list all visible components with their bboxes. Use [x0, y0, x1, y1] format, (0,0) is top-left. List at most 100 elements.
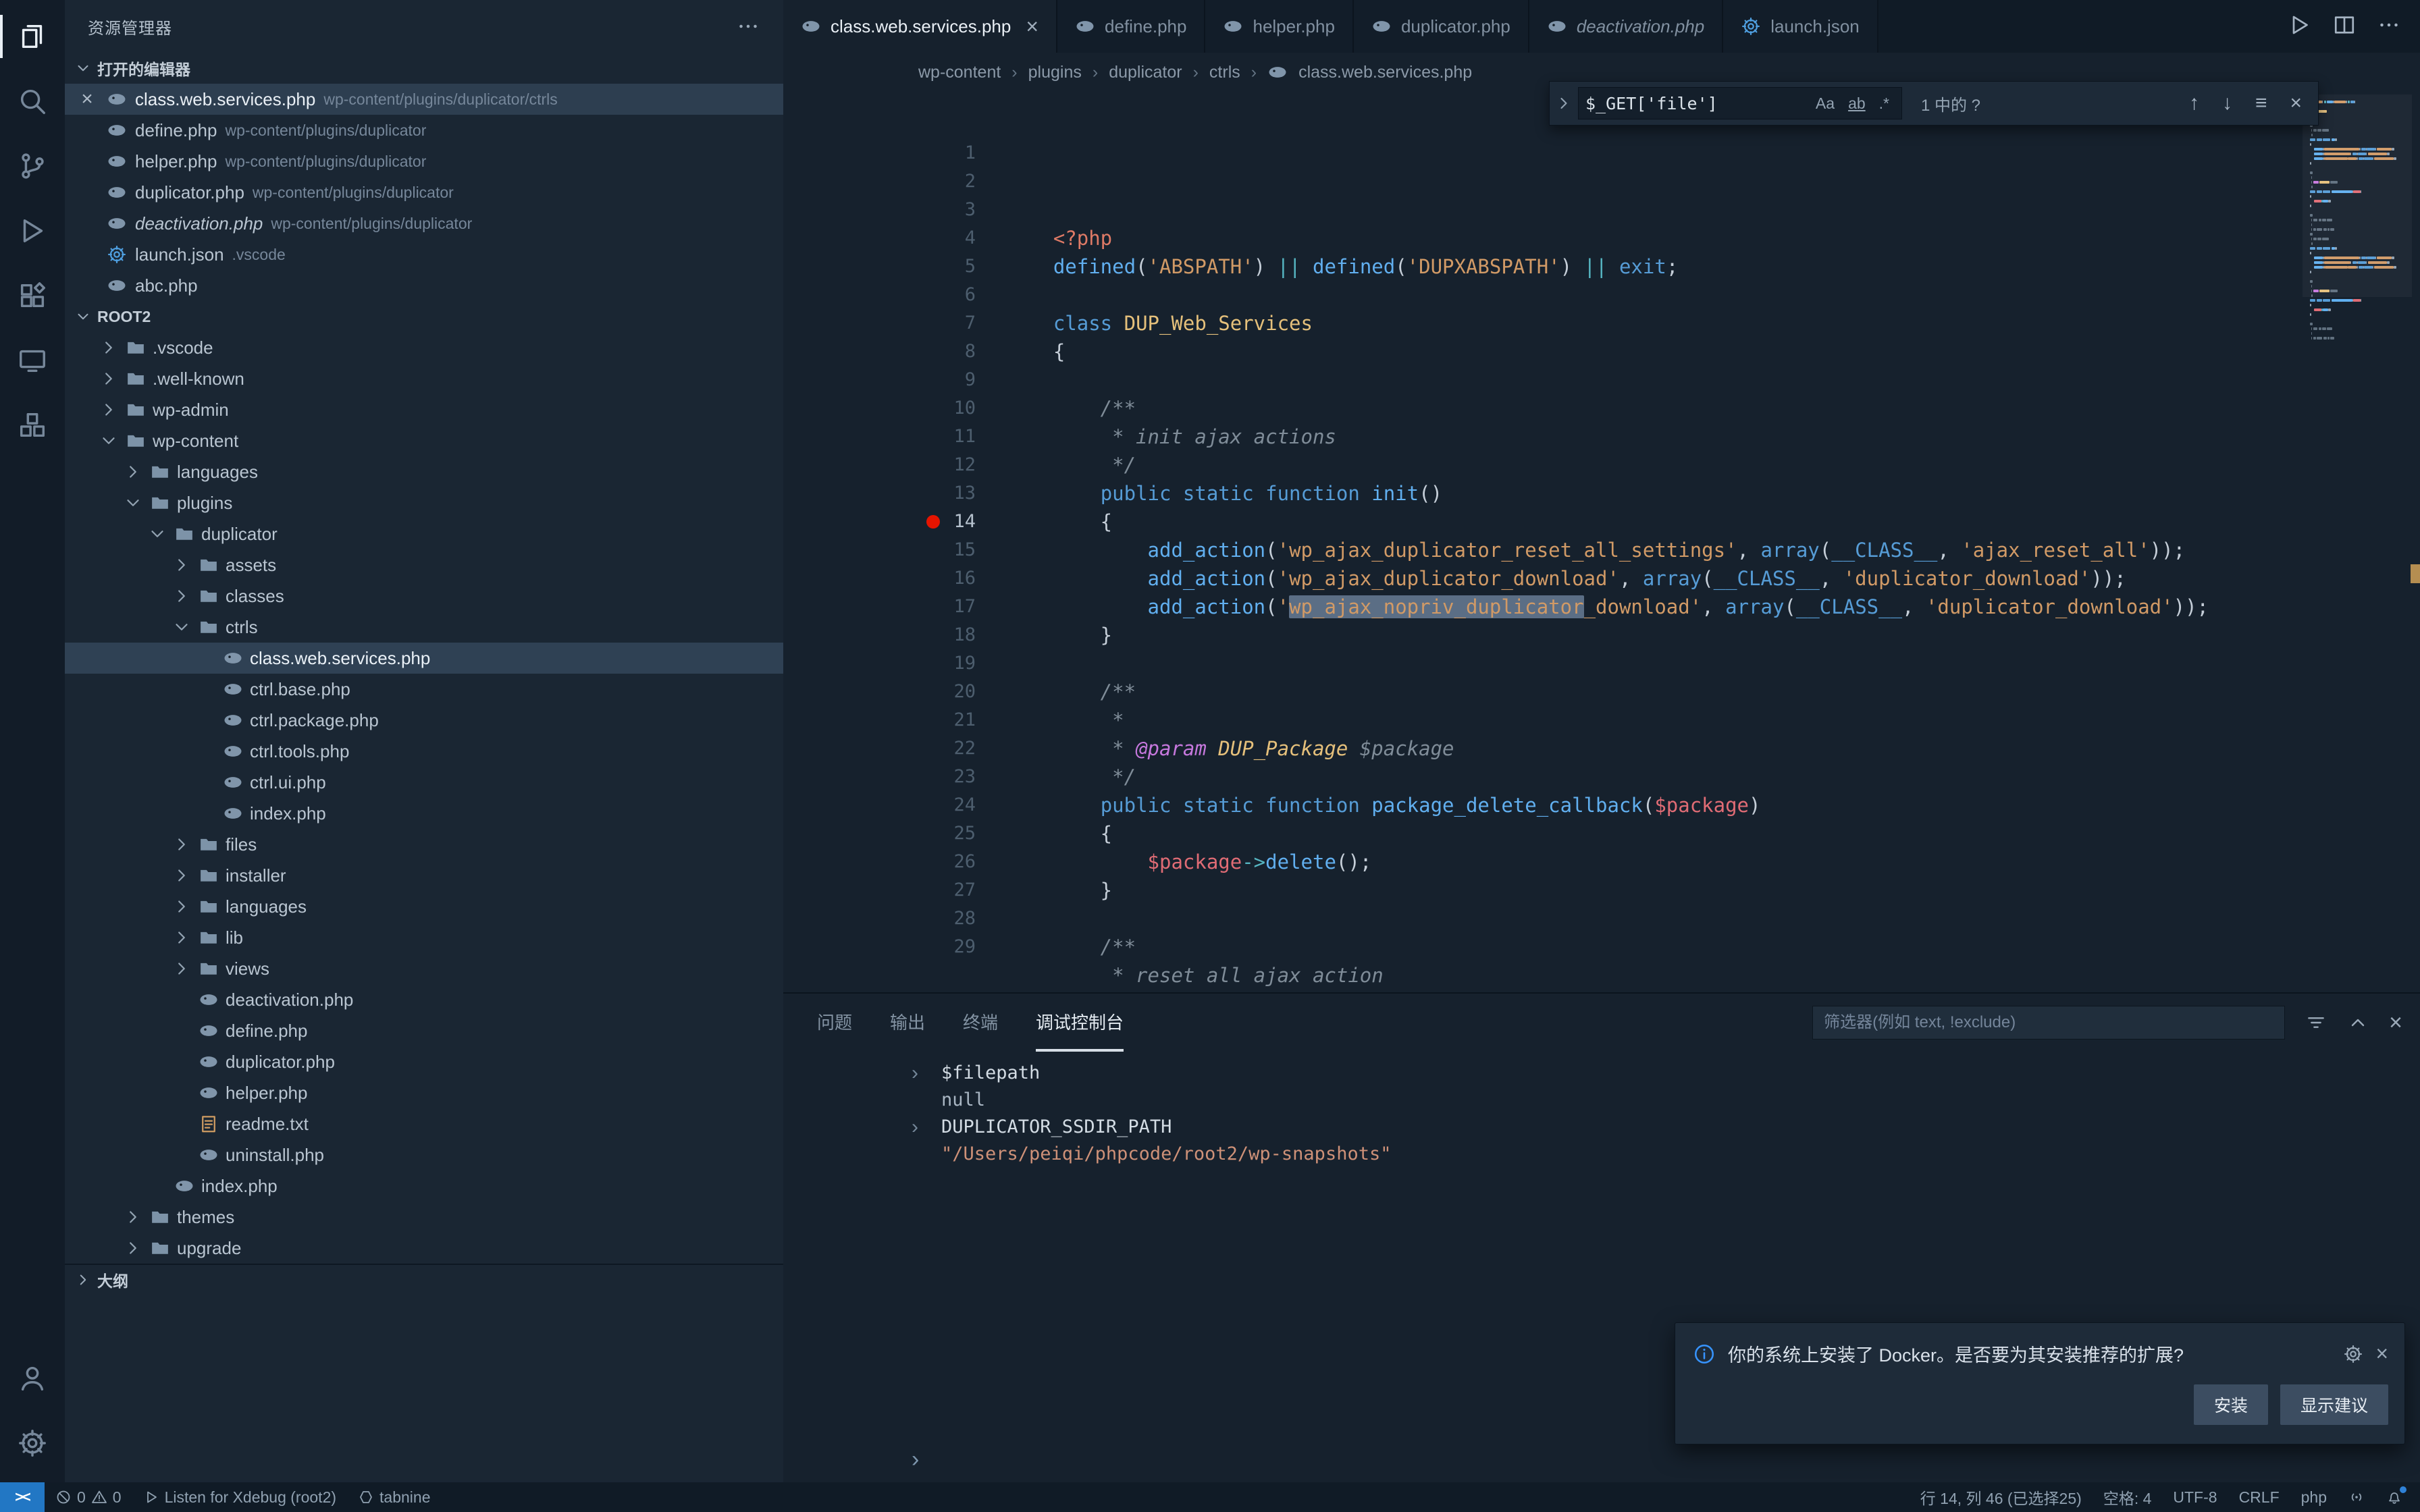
line-number[interactable]: 20 [783, 678, 976, 706]
panel-tab[interactable]: 输出 [890, 994, 925, 1052]
tree-item[interactable]: index.php [65, 798, 783, 829]
tabnine-status[interactable]: tabnine [347, 1482, 441, 1512]
breakpoint-icon[interactable] [926, 515, 940, 529]
tree-item[interactable]: languages [65, 456, 783, 487]
line-number[interactable]: 2 [783, 167, 976, 196]
tree-item[interactable]: views [65, 953, 783, 984]
tree-item[interactable]: wp-content [65, 425, 783, 456]
open-editor-item[interactable]: × class.web.services.php wp-content/plug… [65, 84, 783, 115]
tree-item[interactable]: ctrl.base.php [65, 674, 783, 705]
console-options-icon[interactable] [2305, 1012, 2327, 1033]
activity-remote-explorer[interactable] [0, 328, 65, 393]
tree-item[interactable]: assets [65, 549, 783, 580]
close-notification-icon[interactable]: × [2375, 1341, 2388, 1366]
code-lines[interactable]: 1 <?php 2 defined('ABSPATH') || defined(… [783, 92, 2420, 961]
close-panel-icon[interactable]: × [2389, 1011, 2402, 1034]
previous-match-icon[interactable]: ↑ [2189, 92, 2199, 115]
tree-item[interactable]: helper.php [65, 1077, 783, 1108]
close-tab-icon[interactable]: × [1026, 14, 1038, 39]
activity-search[interactable] [0, 69, 65, 134]
line-number[interactable]: 4 [783, 224, 976, 252]
line-number[interactable]: 13 [783, 479, 976, 508]
close-editor-icon[interactable]: × [76, 88, 99, 111]
activity-run-debug[interactable] [0, 198, 65, 263]
line-number[interactable]: 24 [783, 791, 976, 819]
line-number[interactable]: 26 [783, 848, 976, 876]
more-actions-icon[interactable] [2377, 13, 2401, 40]
line-number[interactable]: 25 [783, 819, 976, 848]
activity-settings[interactable] [0, 1411, 65, 1476]
tree-item[interactable]: .vscode [65, 332, 783, 363]
tree-item[interactable]: installer [65, 860, 783, 891]
editor-tab[interactable]: helper.php [1205, 0, 1353, 53]
toggle-replace-icon[interactable] [1550, 82, 1578, 125]
line-number[interactable]: 12 [783, 451, 976, 479]
open-editor-item[interactable]: define.php wp-content/plugins/duplicator [65, 115, 783, 146]
tree-item[interactable]: duplicator.php [65, 1046, 783, 1077]
line-number[interactable]: 5 [783, 252, 976, 281]
debug-console-output[interactable]: › $filepath null › DUPLICATOR_SSDIR_PATH… [783, 1052, 2420, 1168]
line-number[interactable]: 22 [783, 734, 976, 763]
notification-settings-icon[interactable] [2343, 1344, 2363, 1364]
regex-toggle[interactable]: .* [1874, 93, 1895, 114]
panel-tab[interactable]: 调试控制台 [1036, 994, 1124, 1052]
outline-header[interactable]: 大纲 [65, 1264, 783, 1295]
tree-item[interactable]: ctrl.tools.php [65, 736, 783, 767]
line-number[interactable]: 21 [783, 706, 976, 734]
code-editor[interactable]: 1 <?php 2 defined('ABSPATH') || defined(… [783, 92, 2420, 992]
line-number[interactable]: 10 [783, 394, 976, 423]
tree-item[interactable]: duplicator [65, 518, 783, 549]
match-case-toggle[interactable]: Aa [1810, 93, 1840, 114]
find-in-selection-icon[interactable]: ≡ [2255, 92, 2267, 115]
tree-item[interactable]: define.php [65, 1015, 783, 1046]
line-number[interactable]: 17 [783, 593, 976, 621]
tree-item[interactable]: wp-admin [65, 394, 783, 425]
editor-tab[interactable]: duplicator.php [1354, 0, 1529, 53]
remote-indicator[interactable]: >< [0, 1482, 45, 1512]
eol-status[interactable]: CRLF [2228, 1482, 2290, 1512]
feedback-status[interactable] [2338, 1482, 2375, 1512]
activity-account[interactable] [0, 1346, 65, 1411]
tree-item[interactable]: deactivation.php [65, 984, 783, 1015]
close-find-icon[interactable]: × [2290, 92, 2302, 115]
find-input[interactable] [1585, 94, 1808, 113]
more-actions-icon[interactable] [736, 14, 760, 38]
breadcrumb-part[interactable]: ctrls [1209, 63, 1240, 82]
tree-item[interactable]: upgrade [65, 1233, 783, 1264]
line-number[interactable]: 15 [783, 536, 976, 564]
indentation-status[interactable]: 空格: 4 [2093, 1482, 2163, 1512]
line-number[interactable]: 8 [783, 338, 976, 366]
console-prompt-icon[interactable]: › [912, 1447, 919, 1473]
console-filter-input[interactable] [1824, 1013, 2273, 1032]
minimap[interactable] [2307, 94, 2408, 340]
panel-tab[interactable]: 终端 [963, 994, 998, 1052]
line-number[interactable]: 14 [783, 508, 976, 536]
breadcrumb-file[interactable]: class.web.services.php [1298, 63, 1472, 82]
install-button[interactable]: 安装 [2194, 1384, 2268, 1425]
activity-extensions[interactable] [0, 263, 65, 328]
open-editor-item[interactable]: deactivation.php wp-content/plugins/dupl… [65, 208, 783, 239]
tree-item[interactable]: uninstall.php [65, 1139, 783, 1170]
show-recommendations-button[interactable]: 显示建议 [2280, 1384, 2388, 1425]
line-number[interactable]: 11 [783, 423, 976, 451]
run-or-debug-icon[interactable] [2288, 13, 2312, 40]
editor-tab[interactable]: launch.json [1723, 0, 1878, 53]
open-editor-item[interactable]: duplicator.php wp-content/plugins/duplic… [65, 177, 783, 208]
tree-item[interactable]: readme.txt [65, 1108, 783, 1139]
line-number[interactable]: 7 [783, 309, 976, 338]
open-editors-header[interactable]: 打开的编辑器 [65, 53, 783, 84]
next-match-icon[interactable]: ↓ [2222, 92, 2232, 115]
tree-item[interactable]: class.web.services.php [65, 643, 783, 674]
line-number[interactable]: 3 [783, 196, 976, 224]
line-number[interactable]: 27 [783, 876, 976, 905]
activity-source-control[interactable] [0, 134, 65, 198]
root-folder-header[interactable]: ROOT2 [65, 301, 783, 332]
tree-item[interactable]: lib [65, 922, 783, 953]
line-number[interactable]: 23 [783, 763, 976, 791]
debug-listen-status[interactable]: Listen for Xdebug (root2) [132, 1482, 347, 1512]
editor-tab[interactable]: deactivation.php [1529, 0, 1723, 53]
open-editor-item[interactable]: launch.json .vscode [65, 239, 783, 270]
breadcrumb-part[interactable]: duplicator [1109, 63, 1182, 82]
breadcrumb-part[interactable]: plugins [1028, 63, 1082, 82]
notifications-bell[interactable] [2375, 1482, 2413, 1512]
